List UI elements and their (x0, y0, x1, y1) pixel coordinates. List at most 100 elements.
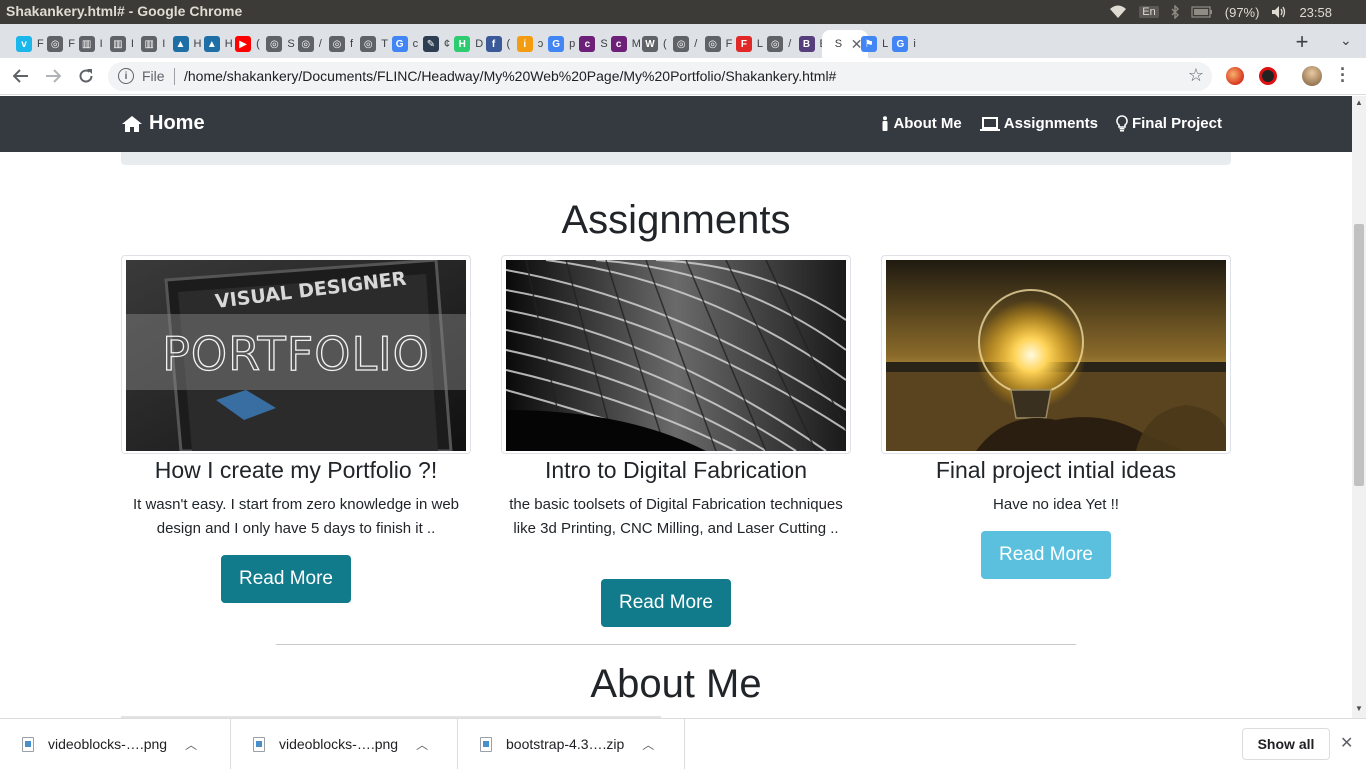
navbar-brand[interactable]: Home (121, 112, 205, 135)
globe-icon: ◎ (767, 36, 784, 52)
nav-link-assignments[interactable]: Assignments (979, 115, 1098, 132)
globe-icon: ◎ (266, 36, 283, 52)
keyboard-layout-indicator[interactable]: En (1139, 6, 1159, 18)
info-icon: i (516, 36, 533, 52)
back-arrow-icon (13, 69, 28, 83)
card-title: Intro to Digital Fabrication (544, 457, 808, 483)
reload-icon (79, 69, 93, 83)
download-item[interactable]: bootstrap-4.3….zip ︿ (458, 719, 685, 769)
bird-icon: ▲ (172, 36, 189, 52)
bootstrap-icon: B (798, 36, 815, 52)
read-more-button[interactable]: Read More (221, 555, 351, 603)
image-file-icon (253, 736, 265, 752)
pen-icon: ✎ (422, 36, 439, 52)
person-icon (882, 115, 888, 131)
tab-title: S (834, 38, 843, 50)
svg-text:PORTFOLIO: PORTFOLIO (162, 327, 430, 381)
scroll-up-arrow-icon[interactable]: ▲ (1352, 98, 1366, 110)
google-icon: G (892, 36, 909, 52)
download-shelf: videoblocks-….png ︿ videoblocks-….png ︿ … (0, 718, 1366, 769)
wifi-icon[interactable] (1109, 5, 1127, 19)
extension-icon[interactable] (1226, 67, 1244, 85)
globe-icon: ◎ (704, 36, 721, 52)
nav-link-about-me[interactable]: About Me (881, 115, 962, 132)
site-navbar: Home About Me Assignments Final Project (0, 96, 1352, 152)
globe-icon: ◎ (47, 36, 64, 52)
vimeo-icon: v (16, 36, 32, 52)
card-thumbnail: VISUAL DESIGNER PORTFOLIO (121, 255, 471, 454)
download-filename: videoblocks-….png (48, 736, 168, 752)
card-text: Have no idea Yet !! (993, 496, 1119, 513)
close-download-shelf-icon[interactable]: ✕ (1340, 733, 1353, 753)
wordpress-icon: W (642, 36, 658, 52)
address-bar[interactable]: i File /home/shakankery/Documents/FLINC/… (108, 62, 1212, 91)
colorlib-icon: c (610, 36, 627, 52)
url-text[interactable]: /home/shakankery/Documents/FLINC/Headway… (184, 68, 836, 84)
lightbulb-sunset-image (886, 260, 1226, 451)
show-all-downloads-button[interactable]: Show all (1242, 728, 1330, 760)
clock: 23:58 (1299, 4, 1332, 20)
flag-icon: ⚑ (861, 36, 878, 52)
nav-link-label: Assignments (1003, 115, 1098, 132)
architecture-pattern-image (506, 260, 846, 451)
assignments-heading: Assignments (561, 198, 791, 242)
nav-link-label: Final Project (1131, 115, 1222, 132)
browser-tab[interactable]: Gi (884, 30, 921, 58)
portfolio-image: VISUAL DESIGNER PORTFOLIO (126, 260, 466, 451)
google-icon: G (548, 36, 565, 52)
page-scrollbar[interactable]: ▲ ▼ (1352, 96, 1366, 718)
read-more-button[interactable]: Read More (601, 579, 731, 627)
download-filename: videoblocks-….png (279, 736, 399, 752)
site-info-label[interactable]: File (142, 68, 165, 84)
lightbulb-icon (1116, 115, 1128, 132)
card-title: How I create my Portfolio ?! (154, 457, 438, 483)
reload-button[interactable] (74, 64, 98, 88)
navbar-brand-label: Home (149, 112, 205, 134)
profile-avatar[interactable] (1302, 66, 1322, 86)
browser-toolbar: i File /home/shakankery/Documents/FLINC/… (0, 58, 1366, 95)
book-icon: ▥ (141, 36, 158, 52)
facebook-icon: f (485, 36, 502, 52)
back-button[interactable] (9, 64, 33, 88)
bluetooth-icon[interactable] (1171, 5, 1179, 19)
system-tray: En (97%) 23:58 (1109, 0, 1366, 24)
omnibox-divider (174, 68, 175, 85)
new-tab-button[interactable]: + (1292, 29, 1312, 55)
jumbotron-bottom-edge (121, 152, 1231, 165)
scroll-down-arrow-icon[interactable]: ▼ (1352, 704, 1366, 716)
site-info-icon[interactable]: i (118, 68, 134, 84)
os-top-bar: Shakankery.html# - Google Chrome En (97%… (0, 0, 1366, 24)
youtube-icon: ▶ (235, 36, 252, 52)
read-more-button[interactable]: Read More (981, 531, 1111, 579)
card-thumbnail (501, 255, 851, 454)
download-item[interactable]: videoblocks-….png ︿ (231, 719, 458, 769)
scrollbar-thumb[interactable] (1354, 224, 1364, 486)
globe-icon: ◎ (329, 36, 345, 52)
card-title: Final project intial ideas (935, 457, 1177, 483)
globe-icon: ◎ (360, 36, 377, 52)
image-file-icon (22, 736, 34, 752)
chevron-up-icon[interactable]: ︿ (416, 736, 428, 753)
tab-title: i (913, 38, 916, 50)
forward-button[interactable] (41, 64, 65, 88)
bookmark-star-icon[interactable]: ☆ (1188, 65, 1204, 86)
globe-icon: ◎ (673, 36, 690, 52)
download-item[interactable]: videoblocks-….png ︿ (0, 719, 231, 769)
bird-icon: ▲ (203, 36, 220, 52)
book-icon: ▥ (78, 36, 95, 52)
volume-icon[interactable] (1271, 5, 1287, 19)
chrome-menu-icon[interactable]: · · · (1338, 60, 1348, 90)
window-title: Shakankery.html# - Google Chrome (6, 3, 243, 19)
chevron-up-icon[interactable]: ︿ (642, 736, 654, 753)
tab-search-chevron-icon[interactable]: ⌄ (1340, 32, 1352, 49)
chevron-up-icon[interactable]: ︿ (185, 736, 197, 753)
section-divider (276, 644, 1076, 645)
card-thumbnail (881, 255, 1231, 454)
nav-link-final-project[interactable]: Final Project (1116, 115, 1222, 132)
forward-arrow-icon (46, 69, 61, 83)
flipboard-icon: F (735, 36, 752, 52)
battery-icon[interactable] (1191, 6, 1213, 18)
extension-record-icon[interactable] (1259, 67, 1277, 85)
nav-link-label: About Me (893, 115, 962, 132)
about-me-heading: About Me (590, 662, 762, 706)
